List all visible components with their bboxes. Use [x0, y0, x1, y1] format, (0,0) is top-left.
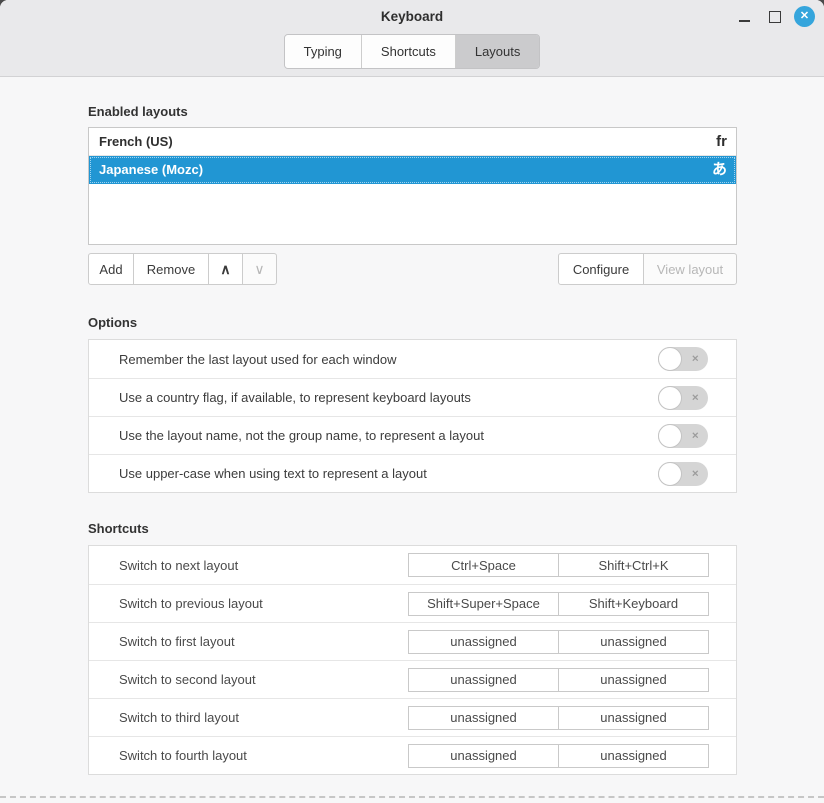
options-heading: Options [88, 315, 737, 330]
window-header: Keyboard ✕ Typing Shortcuts Layouts [0, 0, 824, 77]
option-row-layout-name: Use the layout name, not the group name,… [89, 416, 736, 454]
layout-name: Japanese (Mozc) [99, 162, 203, 177]
enabled-layouts-heading: Enabled layouts [88, 104, 737, 119]
layout-name: French (US) [99, 134, 173, 149]
toggle-remember-last-layout[interactable]: ✕ [658, 347, 708, 371]
keybinding-cell[interactable]: unassigned [558, 668, 709, 692]
titlebar[interactable]: Keyboard ✕ [0, 0, 824, 34]
chevron-down-icon: ∨ [254, 261, 264, 278]
close-x-glyph: ✕ [800, 11, 809, 22]
add-layout-button[interactable]: Add [88, 253, 134, 285]
minimize-icon [739, 20, 750, 22]
keybinding-group: Ctrl+Space Shift+Ctrl+K [408, 553, 709, 577]
option-row-remember-last-layout: Remember the last layout used for each w… [89, 340, 736, 378]
shortcut-label: Switch to first layout [119, 634, 235, 649]
maximize-icon [769, 11, 781, 23]
shortcut-label: Switch to next layout [119, 558, 238, 573]
minimize-button[interactable] [732, 4, 757, 29]
window-controls: ✕ [732, 4, 817, 29]
keybinding-cell[interactable]: unassigned [408, 706, 559, 730]
toggle-knob [658, 347, 682, 371]
keybinding-cell[interactable]: unassigned [408, 630, 559, 654]
keybinding-group: unassigned unassigned [408, 706, 709, 730]
keybinding-cell[interactable]: Ctrl+Space [408, 553, 559, 577]
option-row-upper-case: Use upper-case when using text to repres… [89, 454, 736, 492]
keyboard-settings-window: Keyboard ✕ Typing Shortcuts Layouts [0, 0, 824, 803]
shortcuts-heading: Shortcuts [88, 521, 737, 536]
keybinding-group: unassigned unassigned [408, 744, 709, 768]
keybinding-group: unassigned unassigned [408, 668, 709, 692]
keybinding-cell[interactable]: unassigned [408, 744, 559, 768]
enabled-layouts-list[interactable]: French (US) fr Japanese (Mozc) あ [88, 127, 737, 245]
layout-indicator: fr [716, 134, 727, 149]
keybinding-cell[interactable]: Shift+Keyboard [558, 592, 709, 616]
shortcut-row-previous-layout: Switch to previous layout Shift+Super+Sp… [89, 584, 736, 622]
toggle-knob [658, 462, 682, 486]
maximize-button[interactable] [762, 4, 787, 29]
shortcut-label: Switch to fourth layout [119, 748, 247, 763]
option-label: Use upper-case when using text to repres… [119, 466, 427, 481]
view-layout-button[interactable]: View layout [643, 253, 737, 285]
keybinding-cell[interactable]: Shift+Super+Space [408, 592, 559, 616]
window-title: Keyboard [0, 9, 824, 24]
toggle-layout-name[interactable]: ✕ [658, 424, 708, 448]
keybinding-cell[interactable]: unassigned [558, 744, 709, 768]
tab-layouts[interactable]: Layouts [456, 35, 540, 68]
close-icon: ✕ [794, 6, 815, 27]
keybinding-cell[interactable]: Shift+Ctrl+K [558, 553, 709, 577]
shortcut-row-first-layout: Switch to first layout unassigned unassi… [89, 622, 736, 660]
toggle-knob [658, 386, 682, 410]
options-box: Remember the last layout used for each w… [88, 339, 737, 493]
tab-shortcuts[interactable]: Shortcuts [362, 35, 456, 68]
shortcut-label: Switch to third layout [119, 710, 239, 725]
shortcut-row-next-layout: Switch to next layout Ctrl+Space Shift+C… [89, 546, 736, 584]
option-label: Use the layout name, not the group name,… [119, 428, 484, 443]
keybinding-cell[interactable]: unassigned [558, 706, 709, 730]
toggle-upper-case[interactable]: ✕ [658, 462, 708, 486]
tab-bar: Typing Shortcuts Layouts [0, 34, 824, 69]
shortcuts-box: Switch to next layout Ctrl+Space Shift+C… [88, 545, 737, 775]
keybinding-group: unassigned unassigned [408, 630, 709, 654]
move-down-button[interactable]: ∨ [242, 253, 277, 285]
shortcut-label: Switch to second layout [119, 672, 256, 687]
toolbar-spacer [277, 253, 558, 285]
shortcut-label: Switch to previous layout [119, 596, 263, 611]
shortcut-row-second-layout: Switch to second layout unassigned unass… [89, 660, 736, 698]
layouts-page: Enabled layouts French (US) fr Japanese … [0, 104, 824, 775]
layout-row-japanese[interactable]: Japanese (Mozc) あ [89, 156, 736, 184]
remove-layout-button[interactable]: Remove [133, 253, 209, 285]
close-button[interactable]: ✕ [792, 4, 817, 29]
toggle-country-flag[interactable]: ✕ [658, 386, 708, 410]
chevron-up-icon: ∧ [220, 261, 230, 278]
toggle-off-x-icon: ✕ [691, 469, 699, 478]
toggle-knob [658, 424, 682, 448]
shortcut-row-fourth-layout: Switch to fourth layout unassigned unass… [89, 736, 736, 774]
option-label: Remember the last layout used for each w… [119, 352, 396, 367]
keybinding-cell[interactable]: unassigned [408, 668, 559, 692]
configure-button[interactable]: Configure [558, 253, 644, 285]
toggle-off-x-icon: ✕ [691, 354, 699, 363]
keybinding-cell[interactable]: unassigned [558, 630, 709, 654]
keybinding-group: Shift+Super+Space Shift+Keyboard [408, 592, 709, 616]
scroll-more-indicator [0, 796, 824, 798]
tab-typing[interactable]: Typing [285, 35, 362, 68]
option-row-country-flag: Use a country flag, if available, to rep… [89, 378, 736, 416]
tab-group: Typing Shortcuts Layouts [284, 34, 541, 69]
move-up-button[interactable]: ∧ [208, 253, 243, 285]
option-label: Use a country flag, if available, to rep… [119, 390, 471, 405]
shortcut-row-third-layout: Switch to third layout unassigned unassi… [89, 698, 736, 736]
layouts-toolbar: Add Remove ∧ ∨ Configure View layout [88, 253, 737, 285]
toggle-off-x-icon: ✕ [691, 393, 699, 402]
layout-row-french[interactable]: French (US) fr [89, 128, 736, 156]
layout-indicator: あ [712, 162, 727, 177]
toggle-off-x-icon: ✕ [691, 431, 699, 440]
